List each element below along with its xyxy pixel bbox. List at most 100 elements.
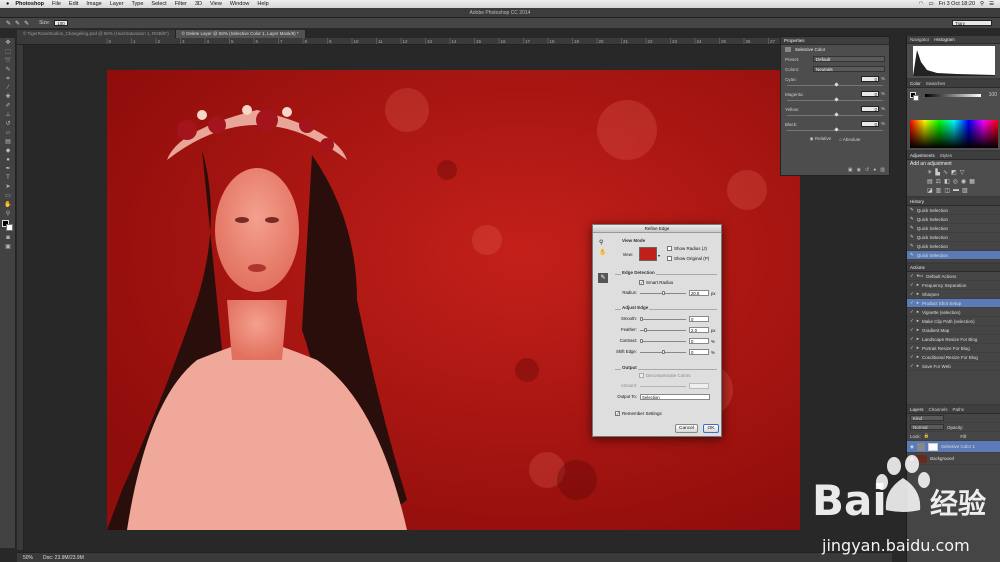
posterize-adjust-icon[interactable]: ▥ — [936, 187, 942, 194]
menu-image[interactable]: Image — [86, 1, 101, 7]
view-mode-thumbnail[interactable] — [639, 247, 657, 261]
amount-slider[interactable] — [640, 386, 686, 387]
color-value[interactable]: 100 — [989, 92, 997, 98]
action-item[interactable]: ✓ ▸ Frequency Separation — [907, 281, 1000, 290]
gradient-map-icon[interactable]: ▬ — [953, 187, 959, 194]
action-item[interactable]: ✓ ▸ Sharpen — [907, 290, 1000, 299]
black-slider[interactable] — [787, 127, 883, 132]
history-item[interactable]: ✎ Quick Selection — [907, 224, 1000, 233]
absolute-radio[interactable]: ○ Absolute — [839, 137, 860, 142]
cyan-input[interactable]: 0 — [860, 76, 879, 82]
tab-document-1[interactable]: © TigerRoseStudios_Changeling.psd @ 50% … — [17, 30, 176, 38]
zoom-tool-icon[interactable]: ⚲ — [599, 239, 603, 246]
visibility-icon[interactable]: ● — [873, 167, 876, 173]
stamp-tool-icon[interactable]: ⊥ — [3, 111, 13, 119]
cyan-slider[interactable] — [787, 82, 883, 87]
history-item[interactable]: ✎ Quick Selection — [907, 206, 1000, 215]
action-item[interactable]: ✓ ▸ Vignette (selection) — [907, 308, 1000, 317]
view-previous-icon[interactable]: ◉ — [857, 167, 861, 173]
shift-edge-input[interactable]: 0 — [689, 349, 709, 355]
invert-adjust-icon[interactable]: ◪ — [927, 187, 933, 194]
history-item[interactable]: ✎ Quick Selection — [907, 215, 1000, 224]
tab-histogram[interactable]: Histogram — [934, 37, 955, 42]
tab-actions[interactable]: Actions — [910, 265, 925, 270]
lasso-tool-icon[interactable]: ➰ — [3, 57, 13, 65]
reset-icon[interactable]: ↺ — [865, 167, 869, 173]
background-swatch[interactable] — [913, 95, 919, 101]
eyedropper-tool-icon[interactable]: ⁄ — [3, 84, 13, 92]
history-brush-tool-icon[interactable]: ↺ — [3, 120, 13, 128]
magenta-slider-thumb[interactable] — [834, 97, 839, 102]
color-spectrum[interactable] — [910, 120, 998, 148]
feather-slider-thumb[interactable] — [644, 328, 647, 332]
history-item-current[interactable]: ✎ Quick Selection — [907, 251, 1000, 260]
action-item[interactable]: ✓ ▸ Gradient Map — [907, 326, 1000, 335]
marquee-tool-icon[interactable]: ⬚ — [3, 48, 13, 56]
smooth-input[interactable]: 0 — [689, 316, 709, 322]
blend-mode-select[interactable]: Normal — [910, 424, 944, 430]
menu-3d[interactable]: 3D — [195, 1, 202, 7]
delete-adjustment-icon[interactable]: ▥ — [880, 167, 885, 173]
action-set[interactable]: ✓ ▾▭ Default Actions — [907, 272, 1000, 281]
zoom-level[interactable]: 50% — [23, 555, 33, 561]
color-swatches-icon[interactable] — [1, 220, 15, 232]
menu-filter[interactable]: Filter — [175, 1, 187, 7]
eye-icon[interactable]: ◉ — [910, 444, 914, 450]
move-tool-icon[interactable]: ✥ — [3, 39, 13, 47]
tool-preset-icon[interactable]: ✎ — [6, 20, 11, 27]
black-input[interactable]: 0 — [860, 121, 879, 127]
menubar-clock[interactable]: Fri 3 Oct 18:20 — [939, 1, 975, 7]
notifications-icon[interactable]: ☰ — [989, 1, 994, 7]
path-selection-tool-icon[interactable]: ➤ — [3, 183, 13, 191]
menu-window[interactable]: Window — [230, 1, 250, 7]
brightness-adjust-icon[interactable]: ☀ — [927, 169, 932, 176]
layer-name[interactable]: Selective Color 1 — [941, 444, 975, 449]
quick-mask-icon[interactable]: ◙ — [3, 234, 13, 242]
black-slider-thumb[interactable] — [834, 127, 839, 132]
yellow-input[interactable]: 0 — [860, 106, 879, 112]
refine-radius-tool-icon[interactable]: ✎ — [598, 273, 608, 283]
radius-slider-thumb[interactable] — [662, 291, 665, 295]
tab-swatches[interactable]: Swatches — [926, 81, 946, 86]
apple-icon[interactable]: ● — [6, 1, 9, 7]
crop-tool-icon[interactable]: ⌗ — [3, 75, 13, 83]
yellow-slider[interactable] — [787, 112, 883, 117]
ok-button[interactable]: OK — [703, 424, 719, 433]
yellow-slider-thumb[interactable] — [834, 112, 839, 117]
brush-subtract-icon[interactable]: ✎ — [24, 20, 29, 27]
history-item[interactable]: ✎ Quick Selection — [907, 233, 1000, 242]
tab-layers[interactable]: Layers — [910, 407, 924, 412]
menu-file[interactable]: File — [52, 1, 61, 7]
zoom-tool-icon[interactable]: ⚲ — [3, 210, 13, 218]
magenta-input[interactable]: 0 — [860, 91, 879, 97]
output-to-select[interactable]: Selection — [640, 394, 710, 400]
selective-color-icon[interactable]: ▧ — [962, 187, 968, 194]
radius-slider[interactable] — [640, 291, 686, 295]
action-item[interactable]: ✓ ▸ Portrait Resize For Blog — [907, 344, 1000, 353]
show-original-checkbox[interactable] — [667, 256, 672, 261]
tab-properties[interactable]: Properties — [784, 38, 805, 43]
pen-tool-icon[interactable]: ✒ — [3, 165, 13, 173]
tab-document-2[interactable]: © Delete Layer @ 50% (Selective Color 1,… — [175, 30, 306, 38]
blur-tool-icon[interactable]: ◆ — [3, 147, 13, 155]
action-item[interactable]: ✓ ▸ Conditional Resize For Blog — [907, 353, 1000, 362]
type-tool-icon[interactable]: T — [3, 174, 13, 182]
shift-edge-slider[interactable] — [640, 350, 686, 354]
action-item-selected[interactable]: ✓ ▸ Product Shot Setup — [907, 299, 1000, 308]
magenta-slider[interactable] — [787, 97, 883, 102]
menu-help[interactable]: Help — [257, 1, 268, 7]
screen-mode-icon[interactable]: ▣ — [3, 243, 13, 251]
smooth-slider-thumb[interactable] — [640, 317, 643, 321]
spotlight-icon[interactable]: ⚲ — [980, 1, 984, 7]
healing-tool-icon[interactable]: ✚ — [3, 93, 13, 101]
menu-view[interactable]: View — [210, 1, 222, 7]
menu-layer[interactable]: Layer — [110, 1, 124, 7]
wifi-icon[interactable]: ◠ — [919, 1, 924, 7]
photo-filter-icon[interactable]: ◎ — [953, 178, 958, 185]
tab-channels[interactable]: Channels — [929, 407, 948, 412]
feather-slider[interactable] — [640, 328, 686, 332]
lookup-adjust-icon[interactable]: ▦ — [969, 178, 975, 185]
bw-adjust-icon[interactable]: ◧ — [944, 178, 950, 185]
clip-to-layer-icon[interactable]: ▣ — [848, 167, 853, 173]
workspace-select[interactable]: Tigry — [952, 20, 992, 26]
